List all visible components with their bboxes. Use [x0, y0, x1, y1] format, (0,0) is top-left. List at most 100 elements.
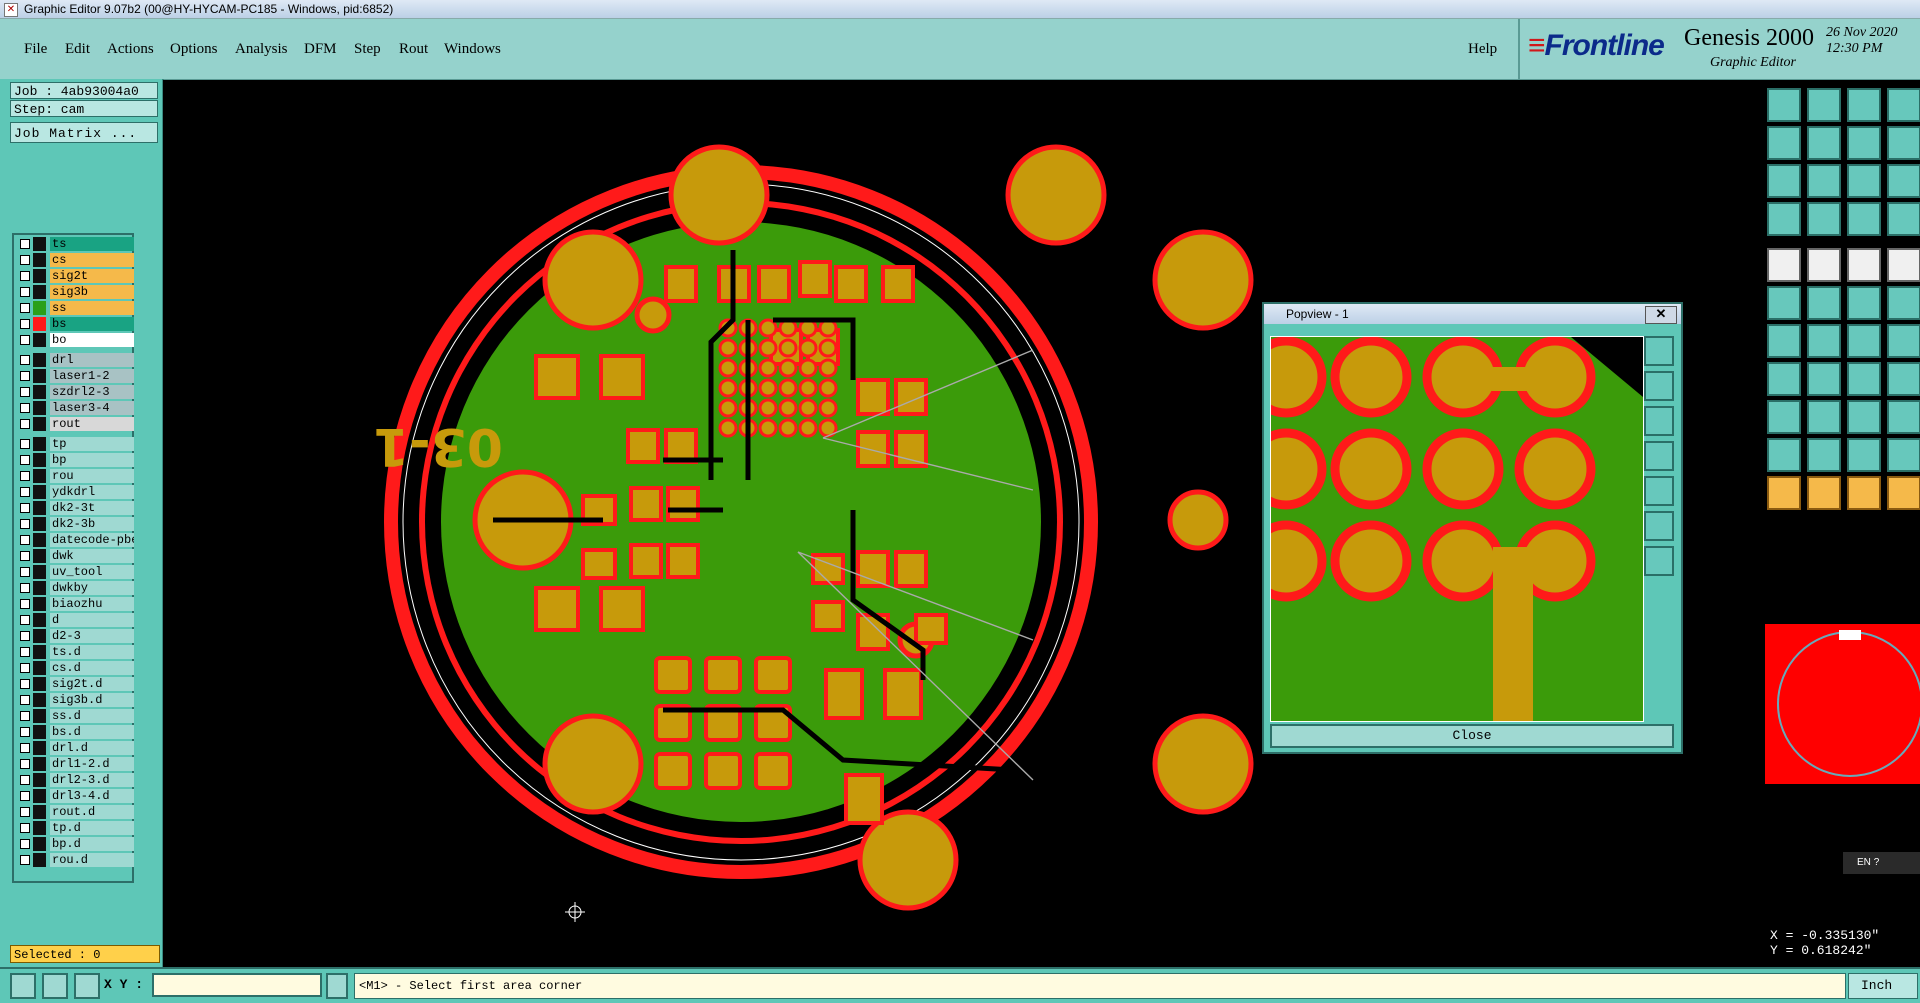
layer-color-swatch[interactable] [33, 237, 46, 251]
layer-color-swatch[interactable] [33, 757, 46, 771]
layer-name[interactable]: ss.d [50, 709, 134, 723]
tool-button-13[interactable] [1767, 202, 1801, 236]
layer-checkbox[interactable] [20, 551, 30, 561]
layer-row-uv_tool[interactable]: uv_tool [16, 565, 134, 579]
layer-name[interactable]: drl [50, 353, 134, 367]
layer-checkbox[interactable] [20, 583, 30, 593]
layer-color-swatch[interactable] [33, 333, 46, 347]
layer-color-swatch[interactable] [33, 501, 46, 515]
layer-row-rout[interactable]: rout [16, 417, 134, 431]
layer-color-swatch[interactable] [33, 821, 46, 835]
layer-row-rou[interactable]: rou [16, 469, 134, 483]
layer-checkbox[interactable] [20, 239, 30, 249]
layer-row-dwk[interactable]: dwk [16, 549, 134, 563]
layer-checkbox[interactable] [20, 303, 30, 313]
layer-row-cs.d[interactable]: cs.d [16, 661, 134, 675]
layer-name[interactable]: laser1-2 [50, 369, 134, 383]
layer-color-swatch[interactable] [33, 709, 46, 723]
layer-checkbox[interactable] [20, 271, 30, 281]
layer-checkbox[interactable] [20, 663, 30, 673]
layer-color-swatch[interactable] [33, 837, 46, 851]
unit-selector[interactable]: Inch [1848, 973, 1918, 999]
tool-button-15[interactable] [1847, 202, 1881, 236]
layer-color-swatch[interactable] [33, 517, 46, 531]
menu-analysis[interactable]: Analysis [235, 41, 288, 58]
layer-color-swatch[interactable] [33, 693, 46, 707]
layer-name[interactable]: bp.d [50, 837, 134, 851]
layer-name[interactable]: datecode-pbe [50, 533, 134, 547]
layer-row-ydkdrl[interactable]: ydkdrl [16, 485, 134, 499]
layer-name[interactable]: drl.d [50, 741, 134, 755]
tool-button-42[interactable] [1807, 476, 1841, 510]
layer-row-ts[interactable]: ts [16, 237, 134, 251]
layer-row-bo[interactable]: bo [16, 333, 134, 347]
menu-dfm[interactable]: DFM [304, 41, 337, 58]
help-icon[interactable]: ? [1874, 857, 1880, 868]
layer-checkbox[interactable] [20, 335, 30, 345]
layer-row-drl2-3.d[interactable]: drl2-3.d [16, 773, 134, 787]
menu-file[interactable]: File [24, 41, 47, 58]
layer-row-ss.d[interactable]: ss.d [16, 709, 134, 723]
layer-name[interactable]: tp.d [50, 821, 134, 835]
layer-row-sig2t[interactable]: sig2t [16, 269, 134, 283]
layer-row-tp.d[interactable]: tp.d [16, 821, 134, 835]
layer-checkbox[interactable] [20, 599, 30, 609]
layer-color-swatch[interactable] [33, 353, 46, 367]
layer-checkbox[interactable] [20, 775, 30, 785]
layer-color-swatch[interactable] [33, 805, 46, 819]
layer-checkbox[interactable] [20, 839, 30, 849]
measure-tool-icon[interactable] [42, 973, 68, 999]
tool-button-33[interactable] [1767, 400, 1801, 434]
tool-button-7[interactable] [1847, 126, 1881, 160]
layer-name[interactable]: drl1-2.d [50, 757, 134, 771]
tool-button-24[interactable] [1887, 286, 1920, 320]
tool-button-26[interactable] [1807, 324, 1841, 358]
layer-color-swatch[interactable] [33, 725, 46, 739]
layer-checkbox[interactable] [20, 471, 30, 481]
layer-name[interactable]: dk2-3b [50, 517, 134, 531]
tool-button-4[interactable] [1887, 88, 1920, 122]
layer-checkbox[interactable] [20, 807, 30, 817]
layer-color-swatch[interactable] [33, 253, 46, 267]
layer-color-swatch[interactable] [33, 369, 46, 383]
tool-button-9[interactable] [1767, 164, 1801, 198]
layer-name[interactable]: rout [50, 417, 134, 431]
menu-rout[interactable]: Rout [399, 41, 428, 58]
layer-color-swatch[interactable] [33, 401, 46, 415]
tool-button-8[interactable] [1887, 126, 1920, 160]
layer-row-ss[interactable]: ss [16, 301, 134, 315]
layer-row-drl[interactable]: drl [16, 353, 134, 367]
layer-color-swatch[interactable] [33, 437, 46, 451]
tool-button-39[interactable] [1847, 438, 1881, 472]
layer-name[interactable]: ss [50, 301, 134, 315]
layer-checkbox[interactable] [20, 727, 30, 737]
layer-name[interactable]: dwkby [50, 581, 134, 595]
layer-color-swatch[interactable] [33, 773, 46, 787]
grid-icon[interactable] [74, 973, 100, 999]
layer-name[interactable]: bs [50, 317, 134, 331]
layer-color-swatch[interactable] [33, 661, 46, 675]
menu-step[interactable]: Step [354, 41, 381, 58]
layer-checkbox[interactable] [20, 319, 30, 329]
layer-name[interactable]: uv_tool [50, 565, 134, 579]
layer-color-swatch[interactable] [33, 677, 46, 691]
tool-button-19[interactable] [1847, 248, 1881, 282]
tool-button-34[interactable] [1807, 400, 1841, 434]
tool-button-40[interactable] [1887, 438, 1920, 472]
layer-row-rout.d[interactable]: rout.d [16, 805, 134, 819]
layer-name[interactable]: drl2-3.d [50, 773, 134, 787]
layer-color-swatch[interactable] [33, 613, 46, 627]
language-indicator[interactable]: EN ? [1843, 852, 1920, 874]
layer-color-swatch[interactable] [33, 581, 46, 595]
tool-button-37[interactable] [1767, 438, 1801, 472]
layer-checkbox[interactable] [20, 679, 30, 689]
layer-color-swatch[interactable] [33, 741, 46, 755]
layer-color-swatch[interactable] [33, 533, 46, 547]
layer-name[interactable]: sig2t [50, 269, 134, 283]
layer-name[interactable]: dk2-3t [50, 501, 134, 515]
layer-color-swatch[interactable] [33, 469, 46, 483]
layer-name[interactable]: d [50, 613, 134, 627]
layer-checkbox[interactable] [20, 759, 30, 769]
tool-button-30[interactable] [1807, 362, 1841, 396]
layer-row-bp.d[interactable]: bp.d [16, 837, 134, 851]
